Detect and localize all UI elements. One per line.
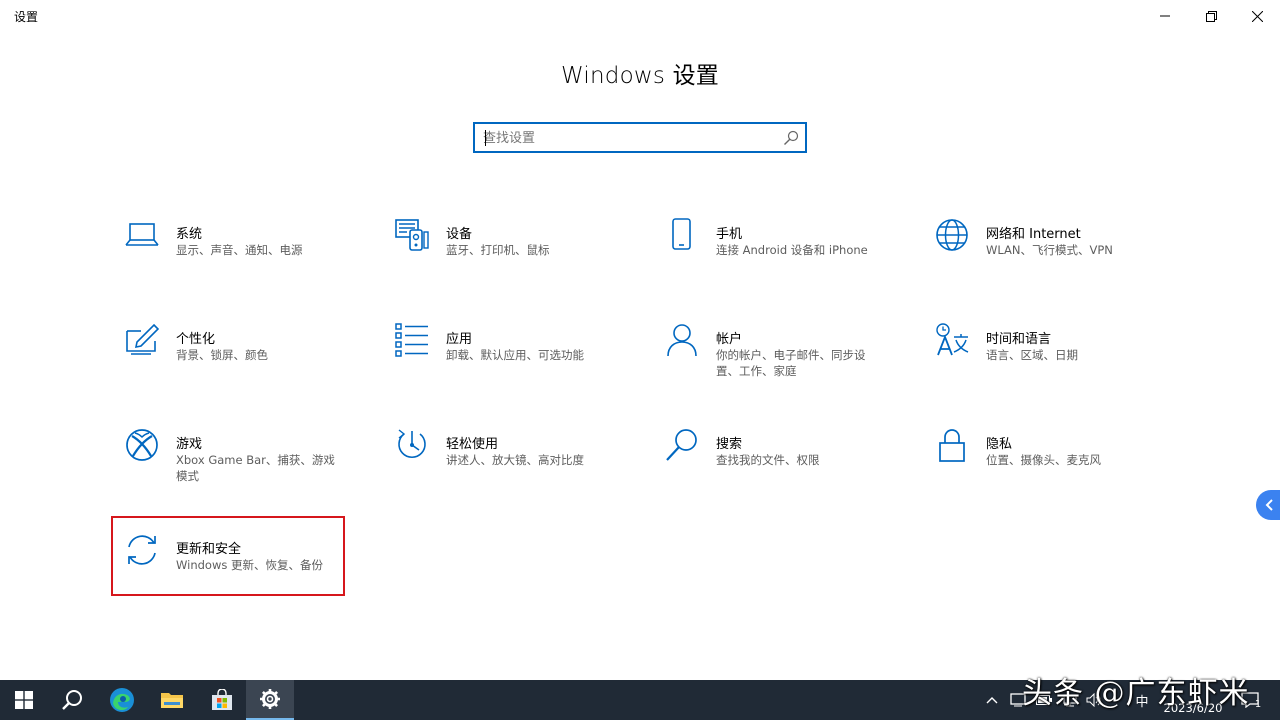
app-title: 设置 (14, 10, 39, 24)
file-explorer-button[interactable] (148, 680, 196, 720)
edge-button[interactable] (98, 680, 146, 720)
tile-name: 应用 (446, 332, 473, 347)
tile-description: Xbox Game Bar、捕获、游戏模式 (176, 453, 335, 483)
search-icon (666, 429, 697, 461)
tile-name: 网络和 Internet (986, 227, 1081, 242)
page-title: Windows 设置 (561, 63, 719, 89)
tile-privacy[interactable]: 隐私 位置、摄像头、麦克风 (923, 428, 1157, 506)
search-icon (62, 690, 82, 710)
tile-name: 隐私 (986, 437, 1013, 452)
start-button[interactable] (0, 680, 48, 720)
gear-icon (260, 689, 280, 709)
close-icon (1251, 10, 1263, 22)
personalization-icon (126, 323, 159, 355)
tile-description: 连接 Android 设备和 iPhone (716, 243, 868, 257)
tile-name: 更新和安全 (176, 542, 242, 557)
tile-name: 手机 (716, 227, 743, 242)
laptop-icon (125, 223, 159, 246)
minimize-icon (1160, 15, 1170, 17)
tile-description: Windows 更新、恢复、备份 (176, 558, 323, 572)
tile-description: 讲述人、放大镜、高对比度 (446, 453, 584, 467)
tile-description: 背景、锁屏、颜色 (176, 348, 268, 362)
settings-window: 设置 Windows 设置 系统 显示、声音、通知、电源 (0, 0, 1280, 680)
xbox-icon (126, 429, 158, 461)
notification-count: 1 (1254, 698, 1262, 710)
tile-name: 帐户 (716, 332, 743, 347)
side-panel-toggle[interactable] (1256, 490, 1280, 520)
tile-accounts[interactable]: 帐户 你的帐户、电子邮件、同步设置、工作、家庭 (653, 323, 887, 401)
restore-icon (1205, 10, 1217, 22)
tile-devices[interactable]: 设备 蓝牙、打印机、鼠标 (383, 218, 617, 296)
tile-description: WLAN、飞行模式、VPN (986, 243, 1113, 257)
time-language-icon (936, 323, 969, 356)
tile-ease-of-access[interactable]: 轻松使用 讲述人、放大镜、高对比度 (383, 428, 617, 506)
minimize-button[interactable] (1142, 0, 1188, 32)
tile-phone[interactable]: 手机 连接 Android 设备和 iPhone (653, 218, 887, 296)
store-bag-icon (212, 689, 232, 710)
apps-list-icon (395, 323, 428, 357)
search-icon (784, 130, 799, 145)
tile-time-language[interactable]: 时间和语言 语言、区域、日期 (923, 323, 1157, 401)
tile-description: 卸载、默认应用、可选功能 (446, 348, 584, 362)
store-button[interactable] (198, 680, 246, 720)
watermark: 头条 @广东虾米 (1022, 676, 1250, 711)
globe-icon (936, 219, 968, 251)
tile-description: 显示、声音、通知、电源 (176, 243, 303, 257)
tile-gaming[interactable]: 游戏 Xbox Game Bar、捕获、游戏模式 (113, 428, 347, 506)
close-button[interactable] (1234, 0, 1280, 32)
ease-of-access-icon (398, 429, 426, 459)
tile-description: 蓝牙、打印机、鼠标 (446, 243, 550, 257)
tile-system[interactable]: 系统 显示、声音、通知、电源 (113, 218, 347, 296)
text-caret (485, 130, 486, 146)
tile-description: 语言、区域、日期 (986, 348, 1078, 362)
tile-description: 查找我的文件、权限 (716, 453, 820, 467)
tile-description: 你的帐户、电子邮件、同步设置、工作、家庭 (716, 348, 866, 378)
person-icon (667, 324, 697, 357)
lock-icon (939, 429, 965, 462)
search-input[interactable] (483, 128, 773, 148)
edge-browser-icon (110, 688, 134, 712)
restore-button[interactable] (1188, 0, 1234, 32)
tile-name: 搜索 (716, 437, 743, 452)
tile-name: 时间和语言 (986, 332, 1052, 347)
tile-name: 系统 (176, 227, 203, 242)
title-bar: 设置 (0, 0, 1280, 32)
chevron-up-icon (986, 697, 998, 704)
chevron-left-icon (1265, 499, 1273, 511)
tile-name: 游戏 (176, 437, 203, 452)
tile-name: 设备 (446, 227, 473, 242)
tile-update-security[interactable]: 更新和安全 Windows 更新、恢复、备份 (113, 533, 347, 611)
show-hidden-icons-button[interactable] (982, 680, 1002, 720)
search-box[interactable] (473, 122, 807, 153)
taskbar-search-button[interactable] (48, 680, 96, 720)
tile-description: 位置、摄像头、麦克风 (986, 453, 1101, 467)
settings-taskbar-button[interactable] (246, 680, 294, 720)
tile-name: 轻松使用 (446, 437, 499, 452)
tile-network[interactable]: 网络和 Internet WLAN、飞行模式、VPN (923, 218, 1157, 296)
tile-personalization[interactable]: 个性化 背景、锁屏、颜色 (113, 323, 347, 401)
sync-icon (128, 535, 156, 565)
windows-logo-icon (15, 691, 33, 709)
tile-apps[interactable]: 应用 卸载、默认应用、可选功能 (383, 323, 617, 401)
folder-icon (161, 693, 183, 708)
phone-icon (672, 218, 691, 250)
tile-search[interactable]: 搜索 查找我的文件、权限 (653, 428, 887, 506)
devices-icon (395, 219, 429, 251)
tile-name: 个性化 (176, 332, 216, 347)
